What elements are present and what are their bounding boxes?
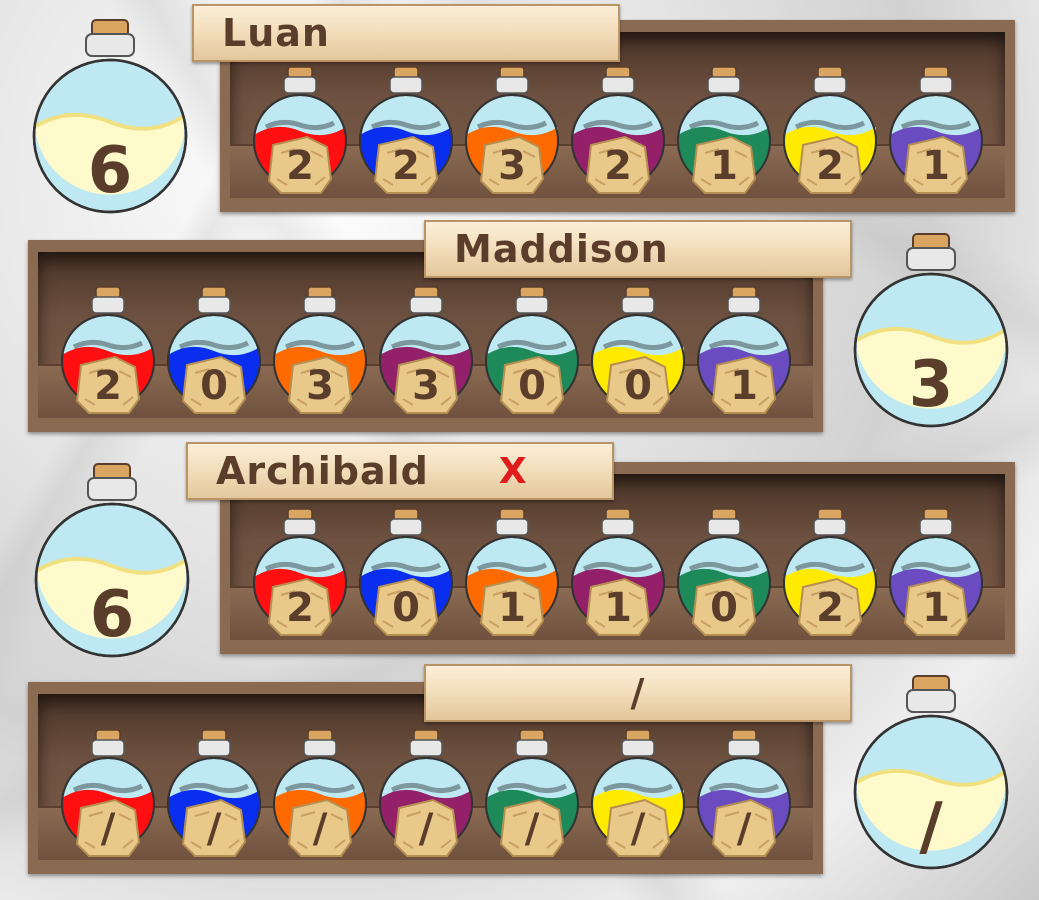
potion-flask-orange: 1 xyxy=(464,507,560,637)
player-name-banner-4: / xyxy=(424,664,852,722)
eliminated-mark: X xyxy=(498,450,528,492)
potion-flask-yellow: 0 xyxy=(590,285,686,415)
total-value: / xyxy=(919,790,943,864)
potion-count-orange: 1 xyxy=(498,585,526,631)
potion-count-blue: 0 xyxy=(392,585,420,631)
total-flask-2: 3 xyxy=(851,230,1011,430)
potion-flask-purple: 2 xyxy=(570,65,666,195)
total-flask-4: / xyxy=(851,672,1011,872)
potion-count-red: / xyxy=(100,806,116,852)
potion-flask-blue: 2 xyxy=(358,65,454,195)
potion-flask-red: 2 xyxy=(60,285,156,415)
potion-flask-yellow: / xyxy=(590,728,686,858)
total-value: 6 xyxy=(87,134,133,208)
potion-flask-orange: / xyxy=(272,728,368,858)
player-name: / xyxy=(630,671,646,715)
potion-count-yellow: 2 xyxy=(816,585,844,631)
potion-count-violet: 1 xyxy=(922,585,950,631)
total-value: 3 xyxy=(908,348,954,422)
potion-count-red: 2 xyxy=(286,143,314,189)
potion-flask-blue: 0 xyxy=(166,285,262,415)
potion-flask-violet: 1 xyxy=(888,65,984,195)
potion-count-violet: 1 xyxy=(922,143,950,189)
potion-flask-green: 0 xyxy=(676,507,772,637)
potion-flask-blue: / xyxy=(166,728,262,858)
total-flask-3: 6 xyxy=(32,460,192,660)
potion-flask-orange: 3 xyxy=(464,65,560,195)
potion-flask-yellow: 2 xyxy=(782,65,878,195)
potion-count-purple: / xyxy=(418,806,434,852)
potion-flask-red: 2 xyxy=(252,65,348,195)
player-name: Maddison xyxy=(454,227,669,271)
potion-flask-purple: 3 xyxy=(378,285,474,415)
potion-flask-purple: 1 xyxy=(570,507,666,637)
player-name-banner-1: Luan xyxy=(192,4,620,62)
potion-flask-red: 2 xyxy=(252,507,348,637)
potion-flask-green: / xyxy=(484,728,580,858)
potion-count-blue: / xyxy=(206,806,222,852)
potion-flask-purple: / xyxy=(378,728,474,858)
total-value: 6 xyxy=(89,578,135,652)
potion-count-green: 1 xyxy=(710,143,738,189)
potion-count-blue: 0 xyxy=(200,363,228,409)
player-name: Archibald xyxy=(216,449,429,493)
player-name-banner-2: Maddison xyxy=(424,220,852,278)
potion-count-green: 0 xyxy=(518,363,546,409)
potion-count-purple: 2 xyxy=(604,143,632,189)
potion-flask-orange: 3 xyxy=(272,285,368,415)
potion-count-yellow: 0 xyxy=(624,363,652,409)
potion-flask-green: 0 xyxy=(484,285,580,415)
potion-flask-blue: 0 xyxy=(358,507,454,637)
potion-count-violet: 1 xyxy=(730,363,758,409)
potion-flask-violet: 1 xyxy=(888,507,984,637)
potion-count-orange: 3 xyxy=(498,143,526,189)
potion-flask-red: / xyxy=(60,728,156,858)
potion-count-purple: 3 xyxy=(412,363,440,409)
potion-flask-violet: 1 xyxy=(696,285,792,415)
potion-count-purple: 1 xyxy=(604,585,632,631)
potion-flask-violet: / xyxy=(696,728,792,858)
potion-count-yellow: / xyxy=(630,806,646,852)
potion-count-yellow: 2 xyxy=(816,143,844,189)
total-flask-1: 6 xyxy=(30,16,190,216)
potion-count-blue: 2 xyxy=(392,143,420,189)
potion-count-violet: / xyxy=(736,806,752,852)
potion-count-red: 2 xyxy=(286,585,314,631)
player-name-banner-3: Archibald X xyxy=(186,442,614,500)
potion-count-orange: / xyxy=(312,806,328,852)
potion-count-green: 0 xyxy=(710,585,738,631)
potion-count-orange: 3 xyxy=(306,363,334,409)
player-name: Luan xyxy=(222,11,330,55)
potion-count-green: / xyxy=(524,806,540,852)
potion-flask-green: 1 xyxy=(676,65,772,195)
potion-flask-yellow: 2 xyxy=(782,507,878,637)
potion-count-red: 2 xyxy=(94,363,122,409)
